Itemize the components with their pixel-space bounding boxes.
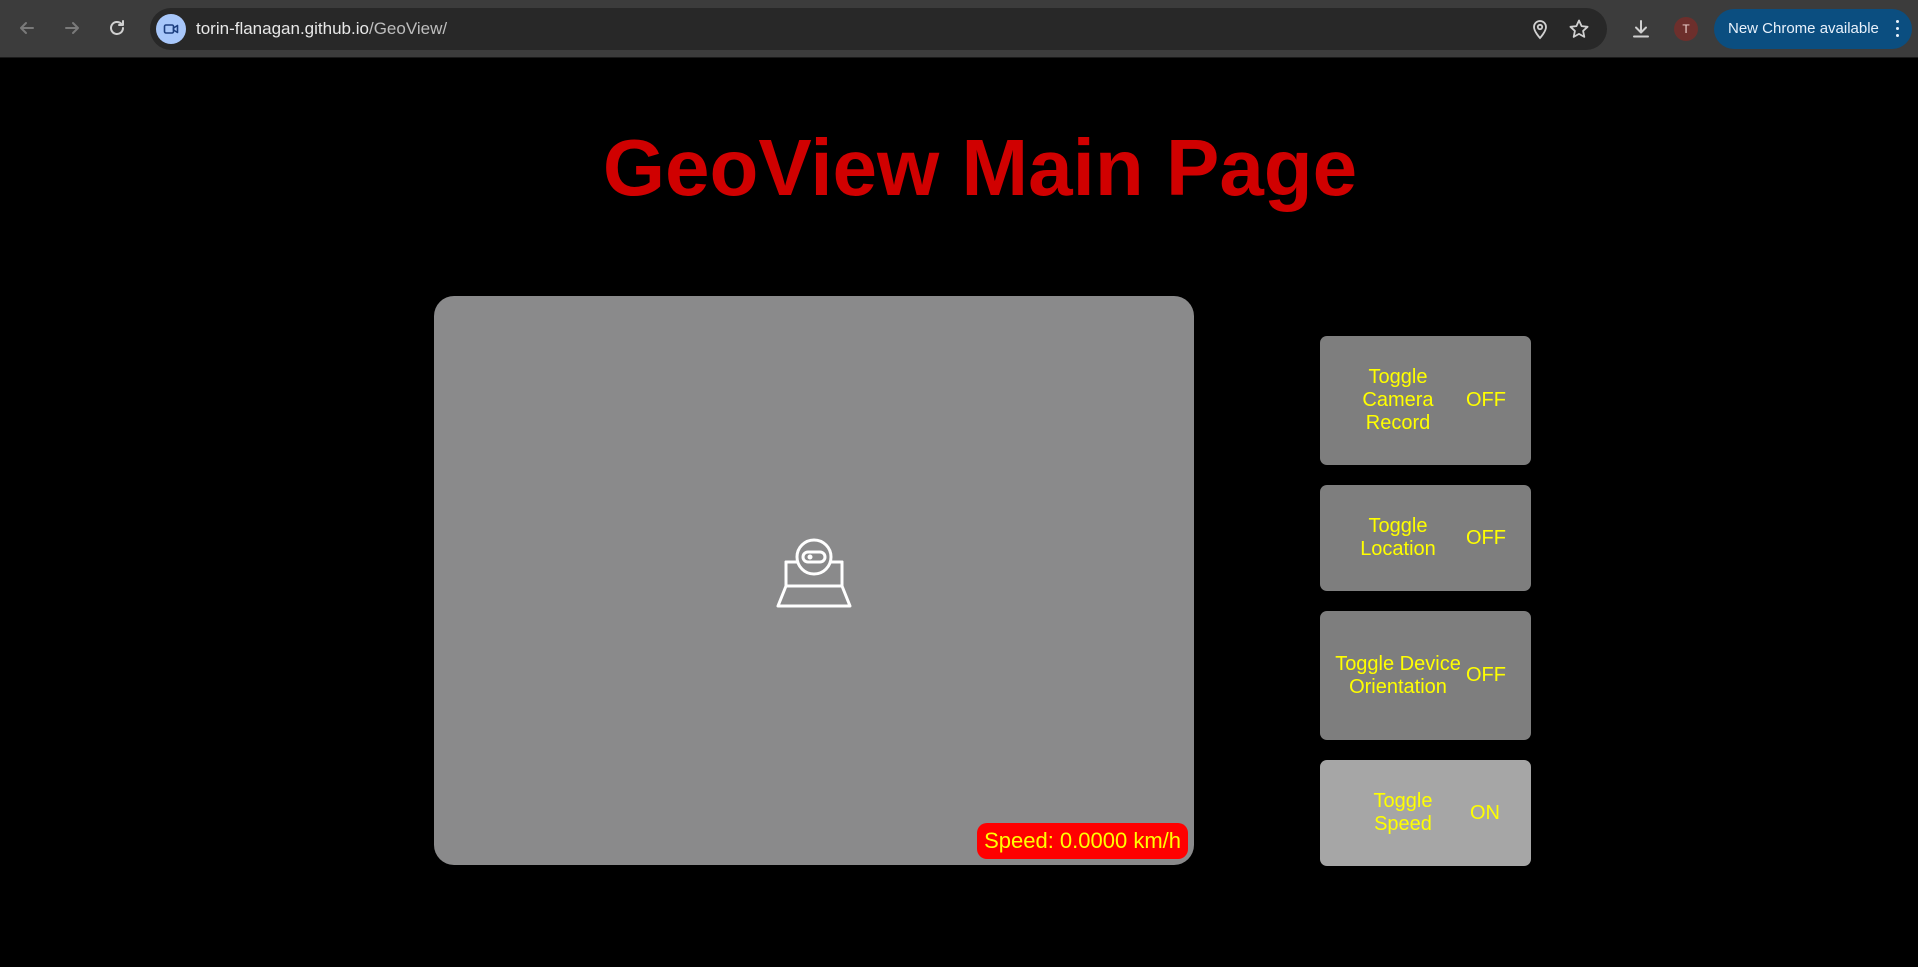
toggle-location-button[interactable]: Toggle Location OFF <box>1320 485 1531 591</box>
toggle-state: OFF <box>1466 389 1506 411</box>
back-button[interactable] <box>10 11 44 45</box>
webcam-icon <box>776 538 852 608</box>
chrome-update-button[interactable]: New Chrome available <box>1714 9 1912 49</box>
page-title: GeoView Main Page <box>602 123 1358 212</box>
camera-viewer: Speed: 0.0000 km/h <box>434 296 1194 865</box>
profile-avatar[interactable]: T <box>1674 17 1698 41</box>
video-camera-icon[interactable] <box>156 14 186 44</box>
download-icon[interactable] <box>1627 15 1655 43</box>
forward-button[interactable] <box>55 11 89 45</box>
toggle-state: OFF <box>1466 664 1506 686</box>
toggle-label: Toggle Location <box>1360 515 1436 560</box>
address-bar[interactable]: torin-flanagan.github.io/GeoView/ <box>150 8 1607 50</box>
location-pin-icon[interactable] <box>1528 17 1552 41</box>
reload-button[interactable] <box>100 11 134 45</box>
toggle-label: Toggle Speed <box>1373 790 1433 835</box>
url-host: torin-flanagan.github.io <box>196 19 369 38</box>
url-text[interactable]: torin-flanagan.github.io/GeoView/ <box>196 8 447 50</box>
arrow-right-icon <box>65 22 79 34</box>
toggle-speed-button[interactable]: Toggle Speed ON <box>1320 760 1531 866</box>
star-icon[interactable] <box>1567 17 1591 41</box>
toggle-state: ON <box>1470 801 1500 824</box>
update-label: New Chrome available <box>1728 20 1879 37</box>
toggle-device-orientation-button[interactable]: Toggle Device Orientation OFF <box>1320 611 1531 740</box>
speed-readout: Speed: 0.0000 km/h <box>977 823 1188 859</box>
kebab-menu-icon[interactable] <box>1896 20 1900 38</box>
arrow-left-icon <box>20 22 34 34</box>
toggle-state: OFF <box>1466 526 1506 549</box>
toggle-camera-record-button[interactable]: Toggle Camera Record OFF <box>1320 336 1531 465</box>
reload-icon <box>110 20 124 35</box>
url-path: /GeoView/ <box>368 19 448 38</box>
toggle-label: Toggle Device Orientation <box>1335 652 1461 698</box>
browser-toolbar: torin-flanagan.github.io/GeoView/ T New … <box>0 0 1918 58</box>
toggle-label: Toggle Camera Record <box>1362 366 1434 434</box>
geoview-page: GeoView Main Page Speed: 0.0000 km/h Tog… <box>0 58 1918 967</box>
